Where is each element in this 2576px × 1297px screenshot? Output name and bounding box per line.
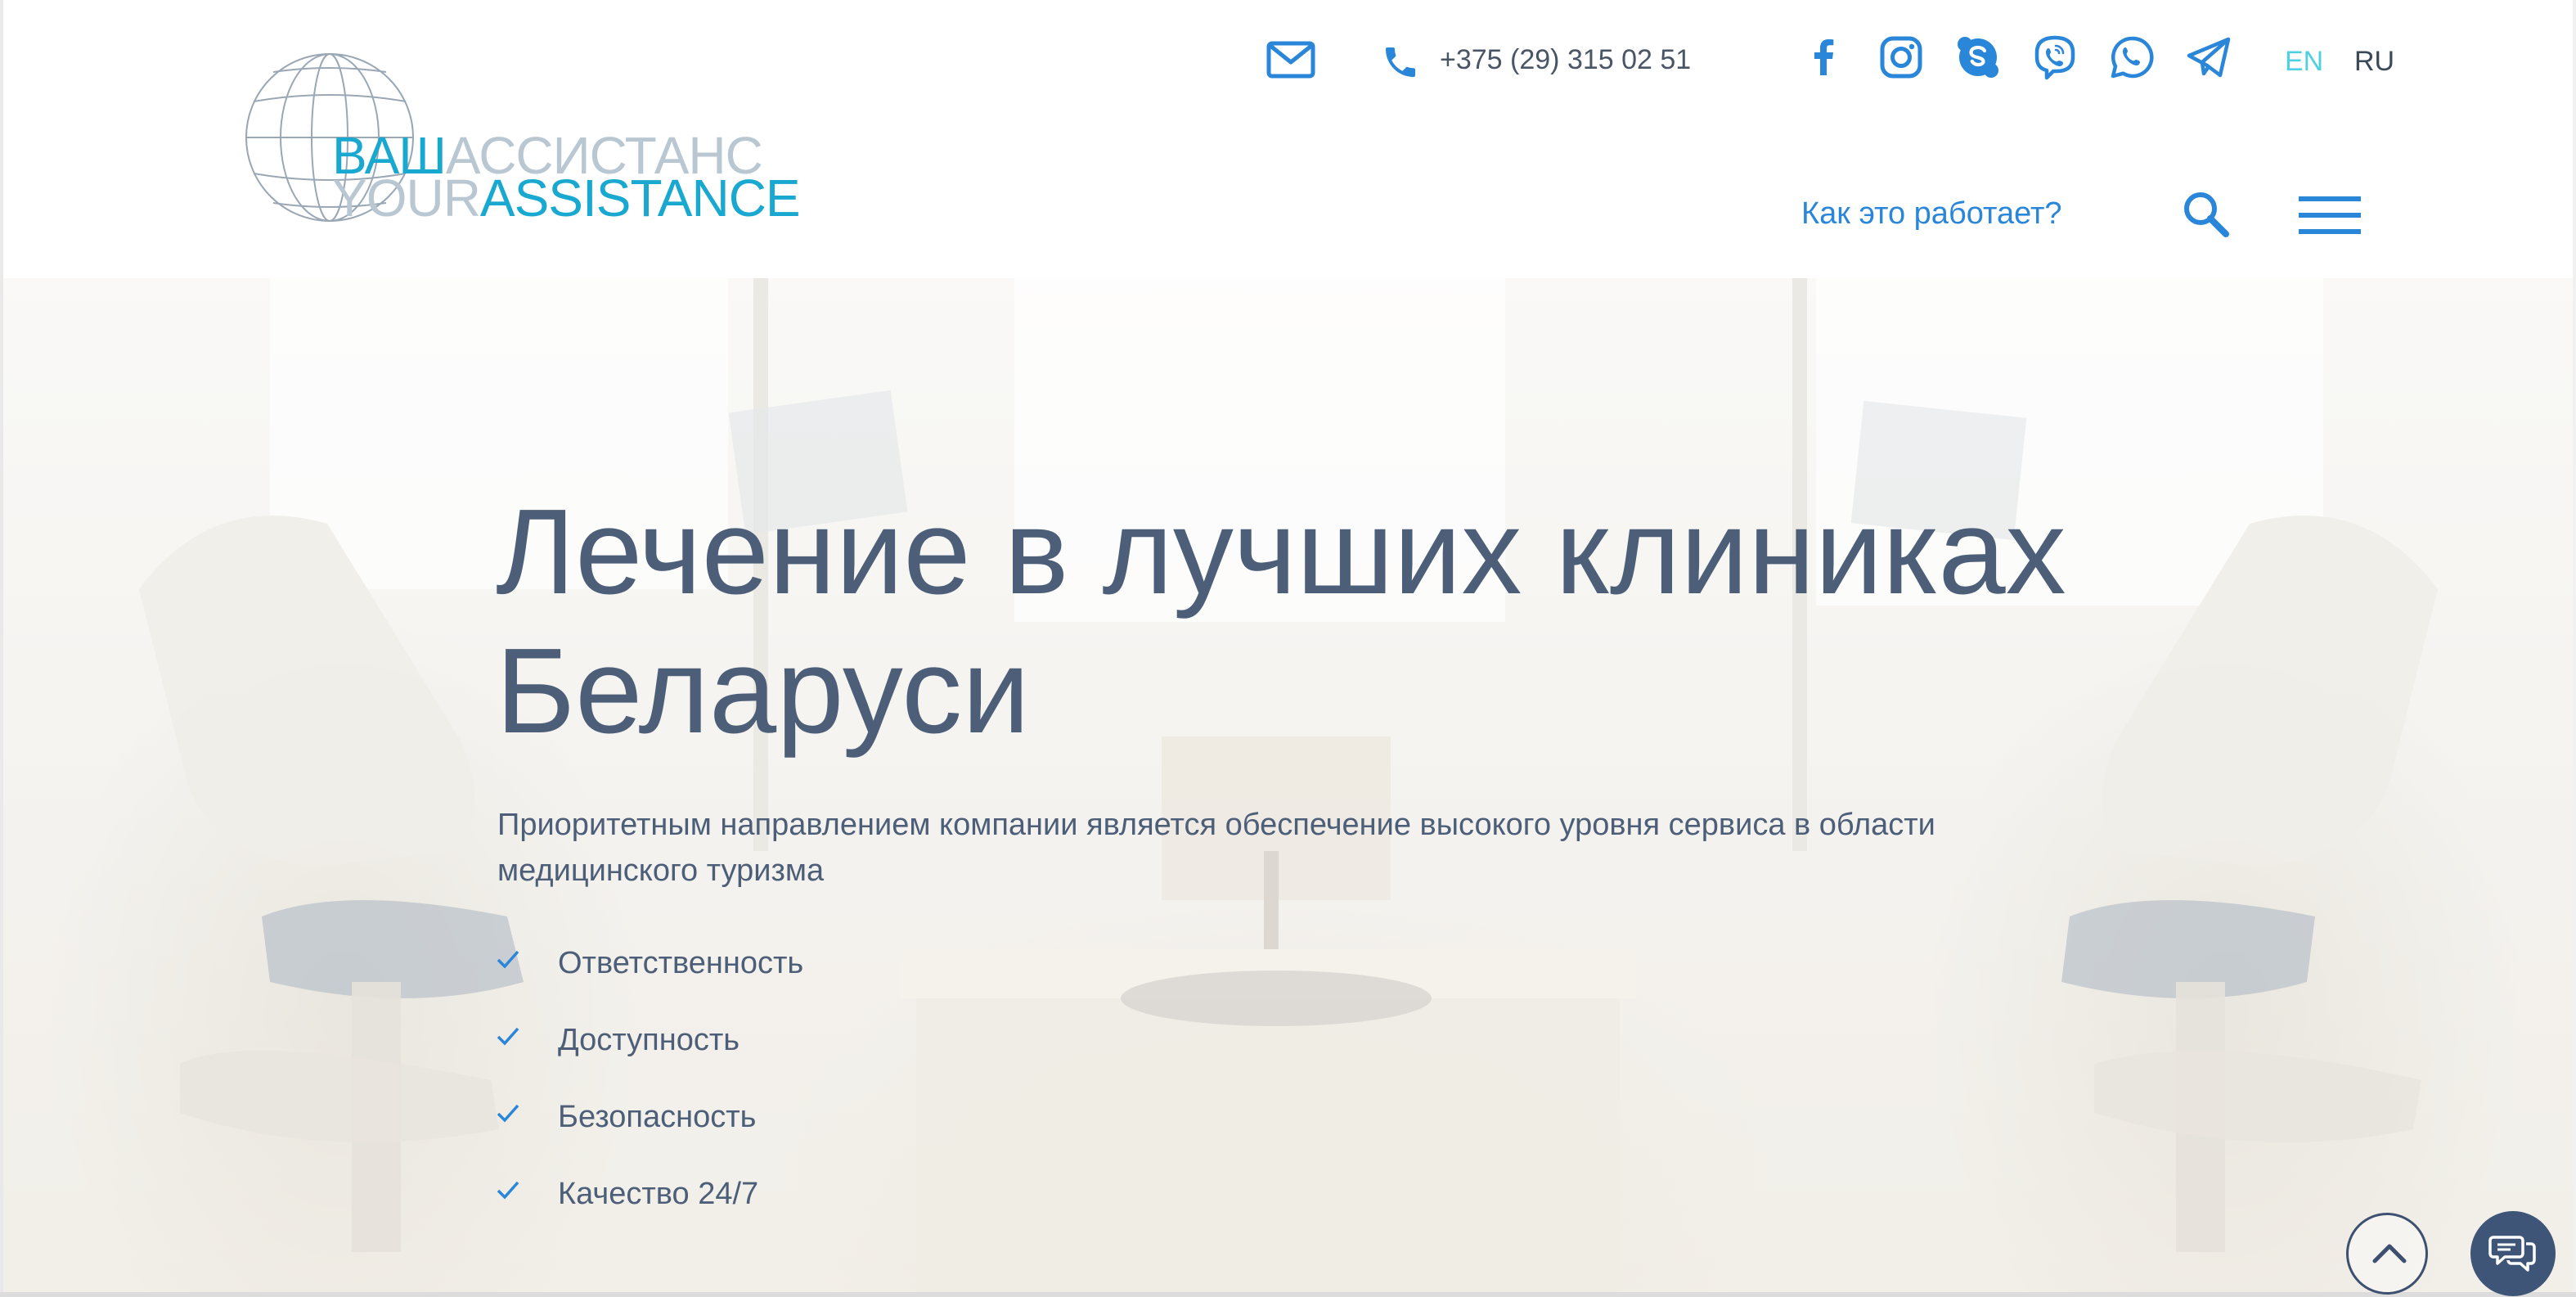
hero-title-line1: Лечение в лучших клиниках bbox=[496, 484, 2066, 619]
search-icon[interactable] bbox=[2180, 188, 2232, 241]
logo-text-en-accent: ASSISTANCE bbox=[479, 169, 801, 227]
hero-subtitle-line1: Приоритетным направлением компании являе… bbox=[497, 808, 1935, 842]
hero-subtitle-line2: медицинского туризма bbox=[497, 853, 825, 888]
telegram-icon[interactable] bbox=[2184, 33, 2233, 82]
how-it-works-link[interactable]: Как это работает? bbox=[1801, 196, 2062, 232]
language-ru[interactable]: RU bbox=[2354, 46, 2394, 78]
feature-label: Качество 24/7 bbox=[558, 1177, 759, 1211]
chat-icon bbox=[2488, 1236, 2536, 1272]
chevron-up-icon bbox=[2372, 1244, 2407, 1263]
facebook-icon[interactable] bbox=[1800, 33, 1849, 82]
whatsapp-icon[interactable] bbox=[2107, 33, 2156, 82]
hero-title-line2: Беларуси bbox=[496, 624, 1030, 759]
hero-overlay bbox=[0, 278, 2576, 1297]
checkmark-icon bbox=[497, 1104, 519, 1123]
scroll-to-top-button[interactable] bbox=[2346, 1213, 2428, 1295]
checkmark-icon bbox=[497, 1027, 519, 1046]
instagram-icon[interactable] bbox=[1877, 33, 1926, 82]
phone-icon[interactable] bbox=[1381, 43, 1420, 82]
hero-title: Лечение в лучших клиниках Беларуси bbox=[496, 483, 2132, 761]
mail-icon[interactable] bbox=[1266, 41, 1315, 79]
hero-subtitle: Приоритетным направлением компании являе… bbox=[497, 802, 2133, 894]
bottom-border bbox=[0, 1292, 2576, 1297]
feature-label: Безопасность bbox=[558, 1100, 757, 1134]
phone-number-link[interactable]: +375 (29) 315 02 51 bbox=[1440, 44, 1691, 76]
logo-text-en-light: YOUR bbox=[332, 169, 481, 227]
feature-label: Доступность bbox=[558, 1023, 740, 1057]
chat-button[interactable] bbox=[2470, 1211, 2556, 1296]
viber-icon[interactable] bbox=[2030, 33, 2079, 82]
skype-icon[interactable] bbox=[1953, 33, 2003, 82]
logo-text-en: YOURASSISTANCE bbox=[332, 169, 801, 227]
language-en[interactable]: EN bbox=[2285, 46, 2323, 78]
page: ВАШАССИСТАНС YOURASSISTANCE +375 (29) 31… bbox=[0, 0, 2576, 1297]
checkmark-icon bbox=[497, 1181, 519, 1200]
right-border bbox=[2573, 0, 2576, 1297]
feature-label: Ответственность bbox=[558, 946, 804, 980]
logo[interactable]: ВАШАССИСТАНС YOURASSISTANCE bbox=[244, 47, 801, 227]
left-border bbox=[0, 0, 3, 1297]
hamburger-menu-icon[interactable] bbox=[2299, 193, 2361, 239]
checkmark-icon bbox=[497, 950, 519, 969]
